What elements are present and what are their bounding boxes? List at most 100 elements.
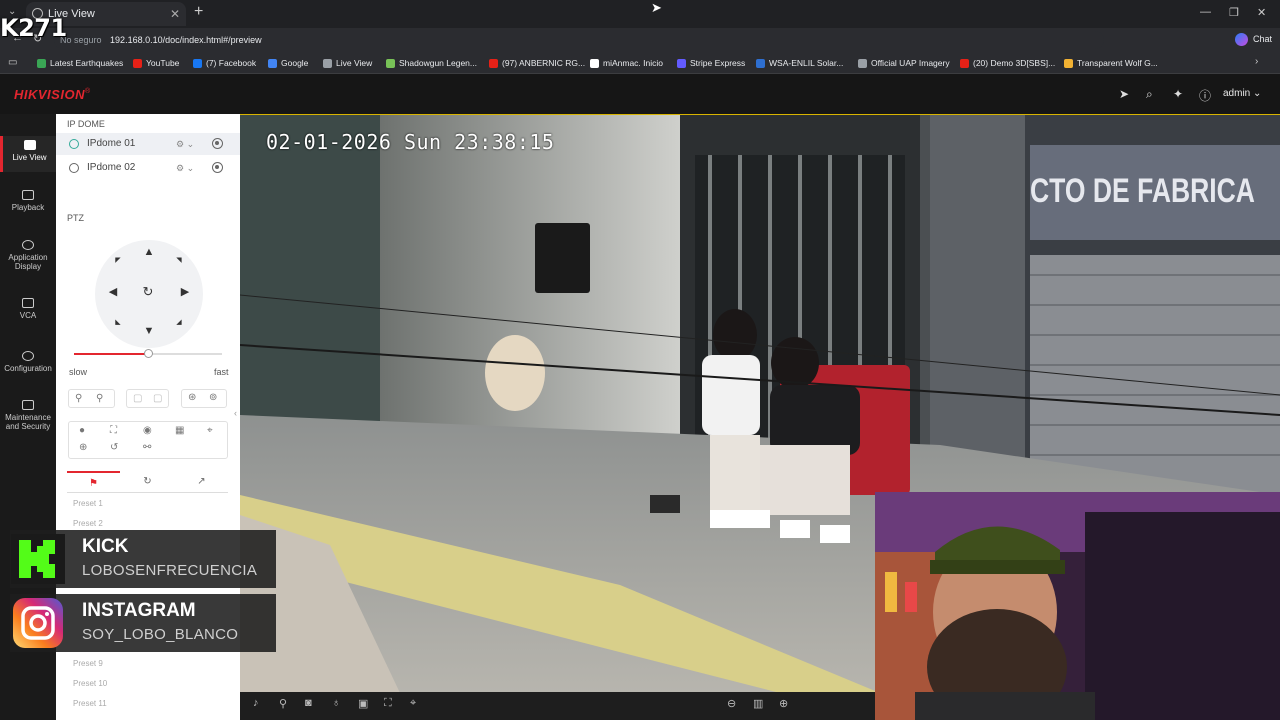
focus-near-icon[interactable]: ▢: [133, 393, 142, 404]
record-icon[interactable]: [212, 162, 223, 173]
zoom-in-icon[interactable]: ⚲: [75, 393, 82, 404]
ptz-up-button[interactable]: ▲: [142, 246, 156, 258]
bookmark-item[interactable]: Live View: [323, 52, 372, 74]
bookmark-item[interactable]: Official UAP Imagery: [858, 52, 950, 74]
bookmark-label: Latest Earthquakes: [50, 58, 124, 68]
speed-slider-handle[interactable]: [144, 349, 153, 358]
ptz-speed-slider[interactable]: [74, 349, 222, 358]
close-window-icon[interactable]: ✕: [1257, 6, 1266, 19]
3d-zoom-icon[interactable]: ⛶: [384, 697, 392, 710]
tab-pattern[interactable]: ↗: [175, 471, 228, 493]
facebook-icon: [193, 59, 202, 69]
instagram-logo-icon: [11, 598, 65, 648]
preset-item[interactable]: Preset 9: [73, 659, 103, 668]
url-field[interactable]: No seguro 192.168.0.10/doc/index.html#/p…: [54, 31, 1104, 49]
light-icon[interactable]: ●: [79, 425, 85, 436]
nav-application-display[interactable]: Application Display: [0, 240, 56, 271]
speed-slider-fill: [74, 353, 148, 355]
ptz-right-button[interactable]: ▶: [178, 285, 192, 298]
digital-zoom-icon[interactable]: ⚲: [279, 697, 287, 710]
factory-sign-text: CTO DE FABRICA: [1030, 172, 1255, 210]
grid-icon[interactable]: ▦: [175, 425, 184, 436]
ptz-control-icon[interactable]: ⚙ ⌄: [176, 157, 194, 179]
bookmark-item[interactable]: miAnmac. Inicio: [590, 52, 663, 74]
collapse-panel-icon[interactable]: ‹: [234, 408, 237, 418]
tools-icon[interactable]: ✦: [1173, 87, 1183, 101]
nav-label: Playback: [11, 203, 45, 212]
instagram-title: INSTAGRAM: [82, 600, 196, 621]
preset-item[interactable]: Preset 10: [73, 679, 107, 688]
bookmark-item[interactable]: Shadowgun Legen...: [386, 52, 477, 74]
tab-patrol[interactable]: ↻: [121, 471, 174, 493]
bookmarks-bar: ▭ Latest Earthquakes YouTube (7) Facebook G…: [0, 52, 1280, 74]
bookmark-item[interactable]: (97) ANBERNIC RG...: [489, 52, 585, 74]
next-icon[interactable]: ⊕: [779, 697, 788, 710]
wiper-icon[interactable]: ⚯: [143, 442, 151, 453]
ptz-up-left-button[interactable]: ◤: [111, 256, 125, 264]
search-icon[interactable]: ⌕: [1146, 87, 1153, 102]
maximize-icon[interactable]: ❐: [1229, 6, 1239, 19]
bookmark-item[interactable]: (7) Facebook: [193, 52, 256, 74]
send-icon[interactable]: ➤: [1119, 87, 1129, 101]
ptz-down-left-button[interactable]: ◣: [111, 318, 125, 326]
nav-maintenance[interactable]: Maintenance and Security: [0, 400, 56, 431]
ptz-down-button[interactable]: ▼: [142, 325, 156, 337]
kick-logo-icon: [11, 534, 65, 584]
zoom-area-icon[interactable]: ⊕: [79, 442, 87, 453]
fullscreen-focus-icon[interactable]: ⌖: [410, 697, 416, 710]
one-touch-park-icon[interactable]: ↺: [110, 442, 118, 453]
application-icon: [22, 240, 34, 250]
youtube-icon: [960, 59, 969, 69]
focus-far-icon[interactable]: ▢: [153, 393, 162, 404]
previous-icon[interactable]: ⊖: [727, 697, 736, 710]
r-icon: [590, 59, 599, 69]
nav-vca[interactable]: VCA: [0, 298, 56, 320]
auto-scan-icon[interactable]: ↻: [141, 284, 155, 300]
iris-close-icon[interactable]: ⊚: [209, 392, 217, 403]
snapshot-icon[interactable]: ◙: [305, 697, 312, 709]
preset-item[interactable]: Preset 2: [73, 519, 103, 528]
preset-item[interactable]: Preset 11: [73, 699, 107, 708]
preset-item[interactable]: Preset 1: [73, 499, 103, 508]
bookmark-item[interactable]: Google: [268, 52, 308, 74]
bookmark-item[interactable]: (20) Demo 3D[SBS]...: [960, 52, 1055, 74]
iris-open-icon[interactable]: ⊛: [188, 392, 196, 403]
layout-icon[interactable]: ▥: [753, 697, 763, 710]
new-tab-button[interactable]: +: [194, 3, 203, 21]
app-header: HIKVISION ®: [0, 74, 1280, 114]
device-item-ipdome-01[interactable]: IPdome 01 ⚙ ⌄: [56, 133, 240, 155]
bookmark-item[interactable]: WSA-ENLIL Solar...: [756, 52, 843, 74]
record-icon[interactable]: [212, 138, 223, 149]
copilot-icon[interactable]: [1235, 33, 1248, 46]
bookmark-label: Transparent Wolf G...: [1077, 58, 1158, 68]
bookmark-item[interactable]: Stripe Express: [677, 52, 745, 74]
ptz-up-right-button[interactable]: ◥: [172, 256, 186, 264]
audio-icon[interactable]: ♪: [253, 697, 259, 709]
3d-position-icon[interactable]: ⛶: [110, 425, 117, 436]
minimize-icon[interactable]: —: [1200, 6, 1211, 18]
registered-mark: ®: [85, 88, 91, 95]
image-icon[interactable]: ▣: [358, 697, 368, 710]
nav-live-view[interactable]: Live View: [0, 136, 56, 172]
ptz-control-icon[interactable]: ⚙ ⌄: [176, 133, 194, 155]
bookmark-item[interactable]: YouTube: [133, 52, 179, 74]
chat-button[interactable]: Chat: [1253, 34, 1272, 44]
apps-icon[interactable]: ▭: [8, 57, 17, 68]
ptz-left-button[interactable]: ◀: [106, 285, 120, 298]
manual-tracking-icon[interactable]: ◉: [143, 425, 152, 436]
microphone-icon[interactable]: ♁: [332, 697, 340, 709]
close-tab-icon[interactable]: ✕: [170, 2, 180, 26]
bookmark-item[interactable]: Transparent Wolf G...: [1064, 52, 1158, 74]
more-bookmarks-icon[interactable]: ›: [1255, 56, 1258, 67]
tab-preset[interactable]: ⚑: [67, 471, 120, 493]
camera-status-icon: [69, 163, 79, 173]
user-menu[interactable]: admin ⌄: [1223, 88, 1261, 99]
info-icon[interactable]: ⓘ: [1199, 87, 1211, 104]
ptz-down-right-button[interactable]: ◢: [172, 318, 186, 326]
bookmark-item[interactable]: Latest Earthquakes: [37, 52, 123, 74]
device-item-ipdome-02[interactable]: IPdome 02 ⚙ ⌄: [56, 157, 240, 179]
nav-playback[interactable]: Playback: [0, 190, 56, 212]
zoom-out-icon[interactable]: ⚲: [96, 393, 103, 404]
lens-init-icon[interactable]: ⌖: [207, 425, 213, 436]
nav-configuration[interactable]: Configuration: [0, 351, 56, 373]
